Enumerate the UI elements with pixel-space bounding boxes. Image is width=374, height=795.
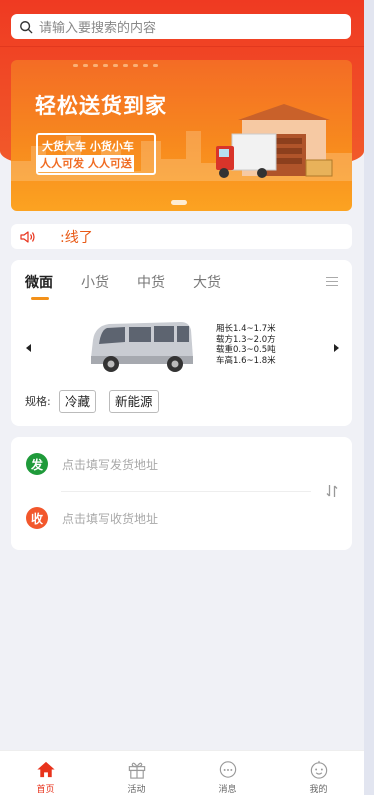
search-icon: [20, 20, 33, 33]
address-divider: [61, 491, 311, 492]
tab-medium-truck[interactable]: 中货: [137, 272, 165, 292]
vehicle-specs: 厢长1.4~1.7米 载方1.3~2.0方 载重0.3~0.5吨 车高1.6~1…: [216, 324, 276, 366]
send-address-hint: 点击填写发货地址: [62, 457, 159, 472]
nav-profile-label: 我的: [309, 785, 328, 795]
receive-badge: 收: [26, 507, 48, 529]
address-card: 发 点击填写发货地址 收 点击填写收货地址: [11, 437, 352, 550]
nav-messages[interactable]: 消息: [182, 751, 273, 795]
next-arrow-icon[interactable]: [334, 344, 339, 352]
page-edge: [364, 0, 374, 795]
home-icon: [36, 761, 55, 778]
spec-label: 规格:: [25, 395, 51, 408]
spec-height: 车高1.6~1.8米: [216, 355, 276, 366]
receive-address-row[interactable]: 收 点击填写收货地址: [26, 507, 158, 529]
spec-length: 厢长1.4~1.7米: [216, 324, 276, 334]
banner-slogan-line1: 大货大车 小货小车: [42, 140, 134, 153]
send-address-row[interactable]: 发 点击填写发货地址: [26, 453, 158, 475]
vehicle-tabs: 微面 小货 中货 大货: [25, 272, 249, 300]
menu-icon[interactable]: [326, 277, 338, 289]
banner-indicator: [171, 200, 187, 205]
option-new-energy[interactable]: 新能源: [109, 390, 159, 413]
profile-icon: [310, 760, 327, 779]
bottom-tab-bar: 首页 活动 消息 我的: [0, 750, 364, 795]
banner-slogan: 大货大车 小货小车 人人可发 人人可送: [36, 133, 156, 175]
truck-warehouse-illustration: [216, 104, 333, 178]
prev-arrow-icon[interactable]: [26, 344, 31, 352]
nav-activity[interactable]: 活动: [91, 751, 182, 795]
spec-weight: 载重0.3~0.5吨: [216, 345, 276, 355]
banner-dots: [73, 64, 158, 67]
search-placeholder: 请输入要搜索的内容: [39, 21, 157, 36]
send-badge: 发: [26, 453, 48, 475]
notice-bar[interactable]: :线了: [11, 224, 352, 249]
nav-profile[interactable]: 我的: [273, 751, 364, 795]
header-divider: [0, 46, 364, 47]
app-screen: 请输入要搜索的内容 轻松送货到家 大货大车 小货小车 人人可发 人人可送:线了…: [0, 0, 364, 795]
spec-volume: 载方1.3~2.0方: [216, 334, 276, 345]
receive-address-hint: 点击填写收货地址: [62, 511, 159, 526]
banner-slogan-line2: 人人可发 人人可送: [38, 155, 134, 172]
nav-messages-label: 消息: [218, 785, 237, 795]
promo-banner[interactable]: 轻松送货到家 大货大车 小货小车 人人可发 人人可送: [11, 60, 352, 211]
minivan-image: [91, 322, 193, 372]
nav-activity-label: 活动: [127, 785, 146, 795]
message-icon: [219, 761, 236, 778]
notice-text: :线了: [60, 229, 93, 246]
tab-small-truck[interactable]: 小货: [81, 272, 109, 292]
banner-title: 轻松送货到家: [35, 94, 167, 118]
search-bar[interactable]: 请输入要搜索的内容: [11, 14, 351, 39]
nav-home-label: 首页: [36, 785, 55, 795]
option-refrigerated[interactable]: 冷藏: [59, 390, 97, 413]
speaker-icon: [20, 230, 35, 243]
tab-minivan[interactable]: 微面: [25, 272, 53, 300]
gift-icon: [128, 762, 145, 779]
swap-icon[interactable]: [326, 484, 338, 498]
nav-home[interactable]: 首页: [0, 751, 91, 795]
vehicle-selector: 微面 小货 中货 大货 厢长1.4~1.7米 载方1.3~2.0方 载重0.3~…: [11, 260, 352, 426]
tab-large-truck[interactable]: 大货: [193, 272, 221, 292]
